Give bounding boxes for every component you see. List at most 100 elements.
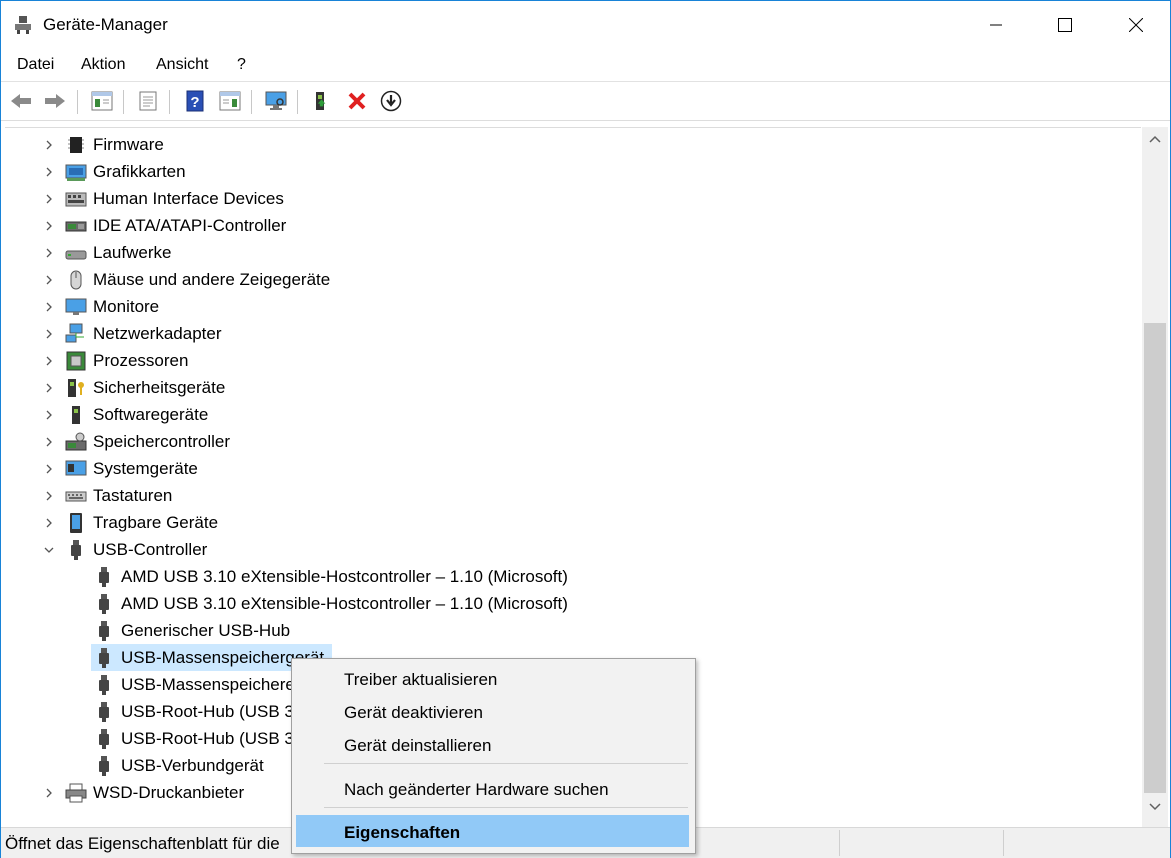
menu-aktion[interactable]: Aktion — [81, 56, 125, 74]
menu-bar: Datei Aktion Ansicht ? — [1, 51, 1170, 82]
menu-separator — [324, 807, 688, 808]
chevron-down-icon[interactable] — [43, 544, 55, 556]
chevron-right-icon[interactable] — [43, 409, 55, 421]
chevron-right-icon[interactable] — [43, 490, 55, 502]
toolbar-separator — [169, 90, 170, 114]
tree-item-usb-device[interactable]: AMD USB 3.10 eXtensible-Hostcontroller –… — [93, 590, 568, 617]
chevron-right-icon[interactable] — [43, 274, 55, 286]
tree-item-label: Human Interface Devices — [93, 188, 284, 208]
portable-device-icon — [70, 512, 82, 533]
tree-category-speichercontroller[interactable]: Speichercontroller — [65, 428, 230, 455]
scrollbar-thumb[interactable] — [1144, 323, 1166, 793]
chevron-right-icon[interactable] — [43, 247, 55, 259]
tree-category-ide-controller[interactable]: IDE ATA/ATAPI-Controller — [65, 212, 286, 239]
chevron-right-icon[interactable] — [43, 436, 55, 448]
storage-device-icon — [65, 432, 87, 450]
tree-item-label: Laufwerke — [93, 242, 172, 262]
tree-item-usb-device[interactable]: USB-Root-Hub (USB 3 — [93, 698, 294, 725]
chevron-right-icon[interactable] — [43, 382, 55, 394]
chevron-right-icon[interactable] — [43, 301, 55, 313]
tree-item-label: Generischer USB-Hub — [121, 620, 291, 640]
device-manager-icon — [15, 16, 31, 34]
menu-item-properties[interactable]: Eigenschaften — [344, 823, 460, 843]
tree-category-sicherheitsgeraete[interactable]: Sicherheitsgeräte — [65, 374, 225, 401]
tree-item-usb-device[interactable]: USB-Root-Hub (USB 3 — [93, 725, 294, 752]
ide-device-icon — [65, 221, 87, 231]
printer-device-icon — [65, 783, 87, 802]
tree-category-netzwerkadapter[interactable]: Netzwerkadapter — [65, 320, 222, 347]
tree-category-maeuse[interactable]: Mäuse und andere Zeigegeräte — [65, 266, 330, 293]
vertical-scrollbar[interactable] — [1142, 127, 1168, 827]
chevron-right-icon[interactable] — [43, 463, 55, 475]
chevron-right-icon[interactable] — [43, 166, 55, 178]
sys-device-icon — [65, 460, 87, 475]
tree-item-usb-device[interactable]: USB-Massenspeichere — [93, 671, 295, 698]
scroll-down-icon[interactable] — [1149, 803, 1161, 811]
action-pane-icon — [219, 91, 241, 111]
tree-category-monitore[interactable]: Monitore — [65, 293, 159, 320]
scan-hardware-button[interactable] — [263, 88, 289, 114]
tree-category-wsd-druckanbieter[interactable]: WSD-Druckanbieter — [65, 779, 244, 806]
menu-item-update-driver[interactable]: Treiber aktualisieren — [344, 670, 497, 690]
maximize-icon — [1058, 18, 1072, 32]
mouse-device-icon — [70, 270, 82, 289]
arrow-right-icon — [45, 94, 65, 108]
update-driver-icon — [316, 92, 326, 110]
show-hide-console-tree-button[interactable] — [89, 88, 115, 114]
tree-category-usb-controller[interactable]: USB-Controller — [65, 536, 207, 563]
toolbar: ? — [1, 82, 1170, 121]
status-divider — [839, 830, 840, 856]
tree-item-label: IDE ATA/ATAPI-Controller — [93, 215, 287, 235]
chevron-right-icon[interactable] — [43, 787, 55, 799]
tree-category-human-interface-devices[interactable]: Human Interface Devices — [65, 185, 284, 212]
help-button[interactable]: ? — [182, 88, 208, 114]
menu-help[interactable]: ? — [237, 56, 246, 74]
disable-device-button[interactable] — [378, 88, 404, 114]
monitor-scan-icon — [265, 91, 287, 110]
chevron-right-icon[interactable] — [43, 220, 55, 232]
update-driver-button[interactable] — [310, 88, 336, 114]
chevron-right-icon[interactable] — [43, 517, 55, 529]
net-device-icon — [65, 323, 84, 342]
usb-device-icon — [99, 701, 109, 722]
soft-device-icon — [72, 405, 80, 424]
scroll-up-icon[interactable] — [1149, 135, 1161, 143]
tree-category-softwaregeraete[interactable]: Softwaregeräte — [65, 401, 208, 428]
menu-item-disable-device[interactable]: Gerät deaktivieren — [344, 703, 483, 723]
tree-category-tragbare-geraete[interactable]: Tragbare Geräte — [65, 509, 218, 536]
tree-item-usb-device[interactable]: USB-Verbundgerät — [93, 752, 264, 779]
action-pane-button[interactable] — [217, 88, 243, 114]
tree-category-laufwerke[interactable]: Laufwerke — [65, 239, 171, 266]
title-bar[interactable]: Geräte-Manager — [1, 1, 1170, 49]
minimize-button[interactable] — [973, 1, 1019, 49]
toolbar-separator — [297, 90, 298, 114]
chevron-right-icon[interactable] — [43, 193, 55, 205]
forward-button[interactable] — [42, 88, 68, 114]
menu-item-scan-hardware[interactable]: Nach geänderter Hardware suchen — [344, 780, 609, 800]
tree-category-firmware[interactable]: Firmware — [65, 131, 164, 158]
tree-item-label: Firmware — [93, 134, 164, 154]
usb-device-icon — [99, 566, 109, 587]
menu-item-uninstall-device[interactable]: Gerät deinstallieren — [344, 736, 491, 756]
tree-category-tastaturen[interactable]: Tastaturen — [65, 482, 172, 509]
tree-category-systemgeraete[interactable]: Systemgeräte — [65, 455, 198, 482]
tree-item-usb-device[interactable]: AMD USB 3.10 eXtensible-Hostcontroller –… — [93, 563, 568, 590]
close-button[interactable] — [1113, 1, 1159, 49]
uninstall-device-button[interactable] — [344, 88, 370, 114]
chevron-right-icon[interactable] — [43, 328, 55, 340]
tree-item-usb-device[interactable]: Generischer USB-Hub — [93, 617, 290, 644]
chevron-right-icon[interactable] — [43, 355, 55, 367]
menu-datei[interactable]: Datei — [17, 56, 54, 74]
back-button[interactable] — [8, 88, 34, 114]
menu-ansicht[interactable]: Ansicht — [156, 56, 208, 74]
properties-button[interactable] — [135, 88, 161, 114]
gpu-device-icon — [65, 164, 87, 181]
chevron-right-icon[interactable] — [43, 139, 55, 151]
tree-item-label: Sicherheitsgeräte — [93, 377, 226, 397]
tree-category-grafikkarten[interactable]: Grafikkarten — [65, 158, 186, 185]
tree-category-prozessoren[interactable]: Prozessoren — [65, 347, 188, 374]
maximize-button[interactable] — [1042, 1, 1088, 49]
down-arrow-circle-icon — [380, 90, 402, 112]
toolbar-separator — [77, 90, 78, 114]
tree-item-label: Systemgeräte — [93, 458, 198, 478]
